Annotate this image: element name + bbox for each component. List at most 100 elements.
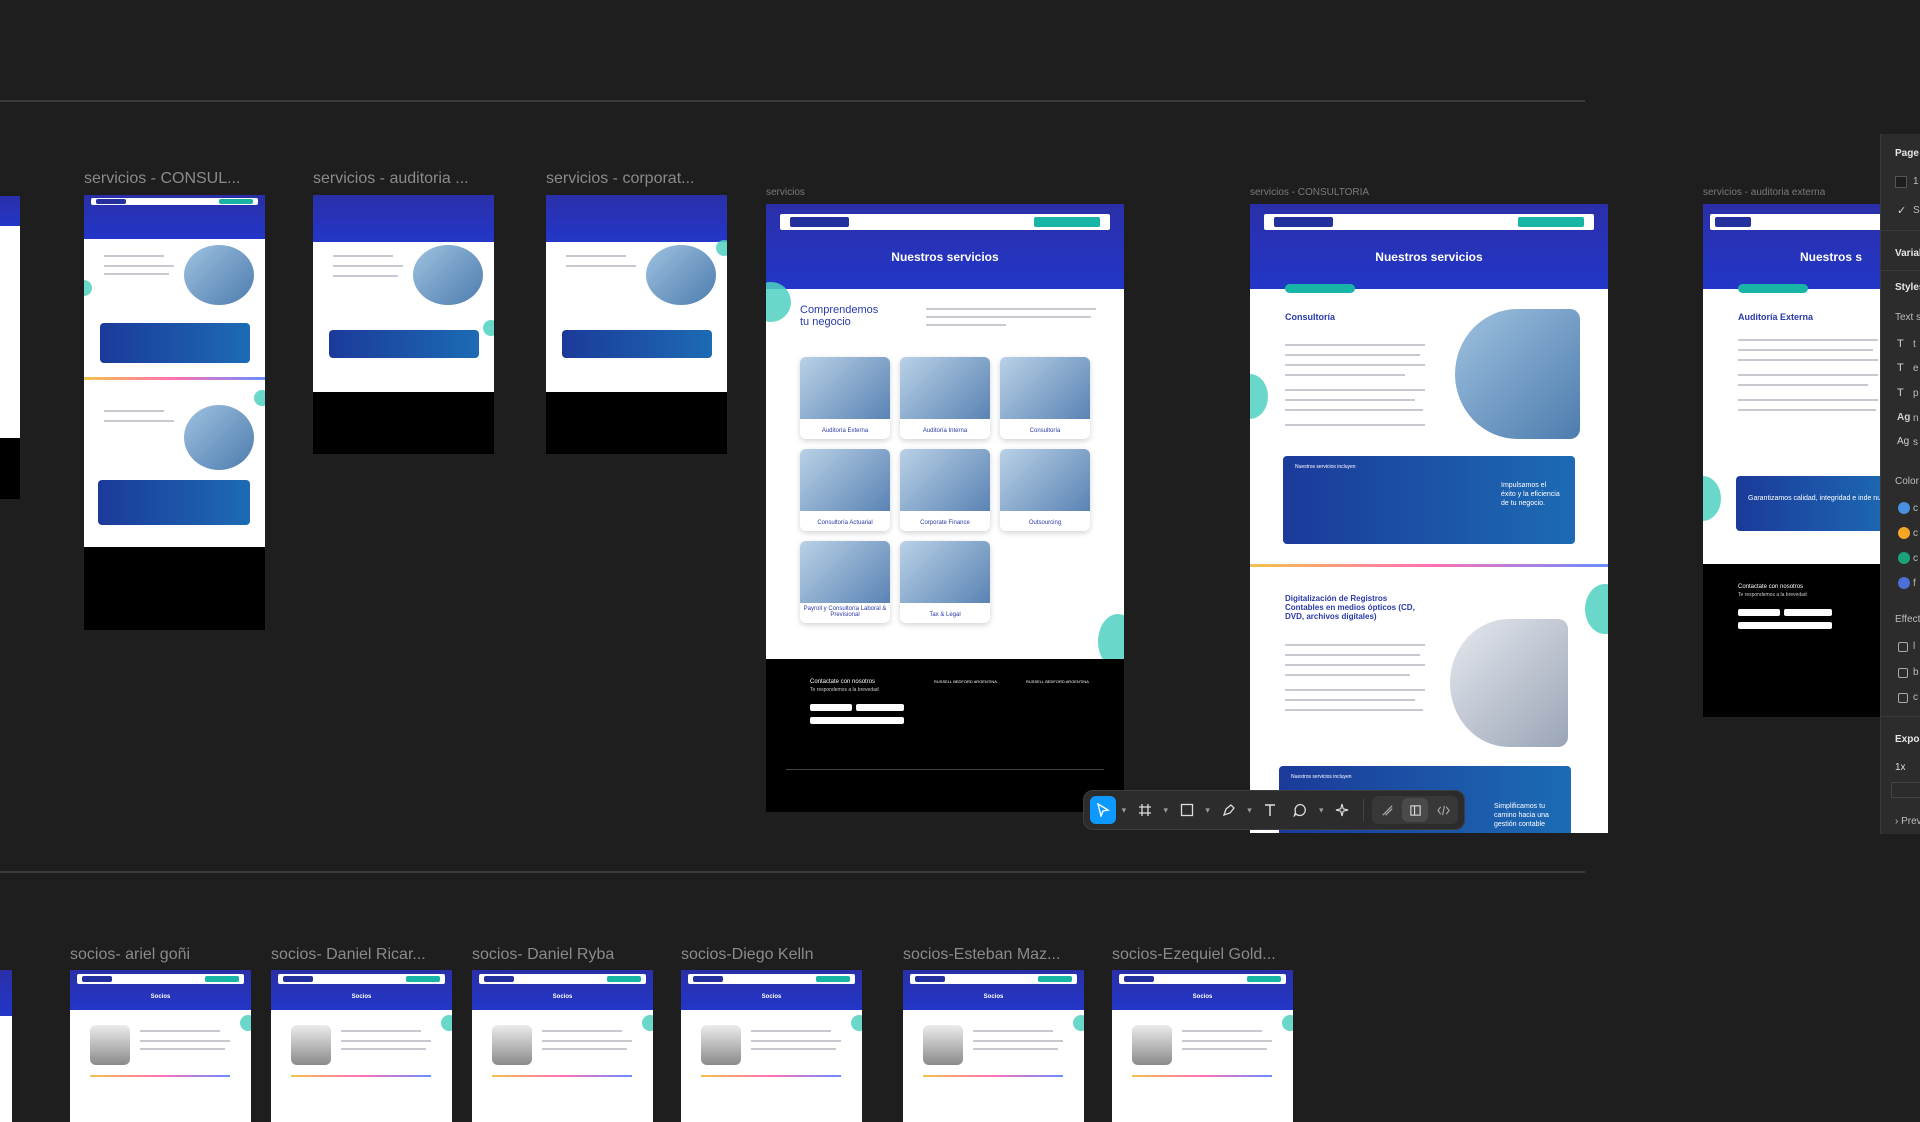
frame-title[interactable]: servicios - corporat... (546, 170, 728, 188)
footer-office: RUSSELL BEDFORD ARGENTINA (1026, 679, 1089, 684)
avatar (90, 1025, 130, 1065)
color-swatch[interactable] (1898, 527, 1910, 539)
frame-title[interactable]: servicios - CONSUL... (84, 170, 266, 188)
text-style-ag-icon[interactable]: Ag (1897, 436, 1909, 447)
frame-socio-thumb[interactable]: Socios (472, 970, 653, 1122)
section-divider-bottom (0, 871, 1585, 873)
avatar (492, 1025, 532, 1065)
frame-servicios-auditoria-thumb[interactable] (313, 195, 494, 454)
services-box: Nuestros servicios incluyen Impulsamos e… (1283, 456, 1575, 544)
frame-cutoff-left[interactable] (0, 196, 20, 499)
effect-checkbox[interactable] (1898, 642, 1908, 652)
rectangle-tool-icon[interactable] (1174, 796, 1200, 824)
service-card[interactable]: Consultoría (1000, 357, 1090, 439)
chevron-down-icon[interactable]: ▾ (1162, 805, 1170, 816)
frame-servicios-consultoria[interactable]: Nuestros servicios Consultoría Nuestros … (1250, 204, 1608, 833)
frame-title[interactable]: socios-Ezequiel Gold... (1112, 946, 1294, 964)
service-card[interactable]: Outsourcing (1000, 449, 1090, 531)
color-swatch[interactable] (1898, 502, 1910, 514)
consultoria-image (1455, 309, 1580, 439)
effects-label: Effect (1895, 614, 1920, 625)
quality-banner: Garantizamos calidad, integridad e inde … (1736, 476, 1880, 531)
checkmark-icon[interactable]: ✓ (1897, 204, 1906, 217)
show-label: S (1913, 205, 1920, 216)
frame-servicios-auditoria-externa[interactable]: Nuestros s Auditoría Externa Garantizamo… (1703, 204, 1880, 717)
export-field[interactable] (1891, 782, 1920, 798)
frame-title[interactable]: servicios - auditoria externa (1703, 187, 1825, 198)
hero-title: Nuestros s (1800, 250, 1863, 264)
draw-mode-icon[interactable] (1374, 798, 1400, 822)
frame-tool-icon[interactable] (1132, 796, 1158, 824)
text-style-icon[interactable]: T (1897, 338, 1904, 350)
chevron-down-icon[interactable]: ▾ (1317, 805, 1325, 816)
service-card[interactable]: Tax & Legal (900, 541, 990, 623)
page-value: 1 (1913, 176, 1919, 187)
effect-checkbox[interactable] (1898, 668, 1908, 678)
frame-servicios-consultoria-thumb[interactable] (84, 195, 265, 630)
frame-title[interactable]: socios- ariel goñi (70, 946, 252, 964)
frame-socio-thumb[interactable]: Socios (70, 970, 251, 1122)
avatar (701, 1025, 741, 1065)
frame-title[interactable]: socios- Daniel Ricar... (271, 946, 453, 964)
comment-tool-icon[interactable] (1287, 796, 1313, 824)
dev-mode-icon[interactable] (1430, 798, 1456, 822)
color-swatch[interactable] (1898, 552, 1910, 564)
colors-label: Color (1895, 476, 1919, 487)
frame-title[interactable]: servicios (766, 187, 805, 198)
text-style-ag-icon[interactable]: Ag (1897, 412, 1910, 423)
right-properties-panel: Page 1 ✓ S Variab Styles Text s T t T e … (1880, 134, 1920, 834)
avatar (923, 1025, 963, 1065)
service-card[interactable]: Payroll y Consultoría Laboral & Previsio… (800, 541, 890, 623)
variables-label[interactable]: Variab (1895, 248, 1920, 259)
section-heading: Digitalización de Registros Contables en… (1285, 594, 1415, 621)
export-label[interactable]: Expor (1895, 734, 1920, 745)
text-style-icon[interactable]: T (1897, 387, 1904, 399)
frame-title[interactable]: servicios - auditoria ... (313, 170, 495, 188)
avatar (291, 1025, 331, 1065)
avatar (1132, 1025, 1172, 1065)
footer-contact-title: Contactate con nosotros (810, 679, 876, 685)
text-styles-label: Text s (1895, 312, 1920, 323)
frame-title[interactable]: socios- Daniel Ryba (472, 946, 654, 964)
service-card[interactable]: Consultoría Actuarial (800, 449, 890, 531)
move-tool-icon[interactable] (1090, 796, 1116, 824)
hero-title: Nuestros servicios (1375, 250, 1483, 264)
footer-contact-sub: Te respondemos a la brevedad (1738, 592, 1807, 598)
preview-toggle[interactable]: › Prev (1895, 816, 1920, 827)
service-card[interactable]: Corporate Finance (900, 449, 990, 531)
page-color-swatch[interactable] (1895, 176, 1907, 188)
frame-socio-thumb[interactable]: Socios (1112, 970, 1293, 1122)
page-label: Page (1895, 148, 1919, 159)
digitalizacion-image (1450, 619, 1568, 747)
frame-socio-thumb[interactable]: Socios (271, 970, 452, 1122)
frame-title[interactable]: socios-Diego Kelln (681, 946, 863, 964)
hero-title: Nuestros servicios (891, 250, 999, 264)
frame-servicios[interactable]: Nuestros servicios Comprendemos tu negoc… (766, 204, 1124, 812)
frame-cutoff-left-bottom[interactable] (0, 970, 12, 1122)
effect-checkbox[interactable] (1898, 693, 1908, 703)
frame-title[interactable]: socios-Esteban Maz... (903, 946, 1085, 964)
design-canvas[interactable]: servicios - CONSUL... servicios - audito… (0, 0, 1920, 1122)
toolbar-divider (1363, 799, 1364, 821)
chevron-down-icon[interactable]: ▾ (1204, 805, 1212, 816)
frame-socio-thumb[interactable]: Socios (681, 970, 862, 1122)
section-heading: Auditoría Externa (1738, 312, 1814, 322)
service-card[interactable]: Auditoría Interna (900, 357, 990, 439)
color-swatch[interactable] (1898, 577, 1910, 589)
export-scale[interactable]: 1x (1895, 762, 1906, 773)
design-mode-icon[interactable] (1402, 798, 1428, 822)
chevron-down-icon[interactable]: ▾ (1120, 805, 1128, 816)
pen-tool-icon[interactable] (1216, 796, 1242, 824)
service-card[interactable]: Auditoría Externa (800, 357, 890, 439)
text-tool-icon[interactable] (1257, 796, 1283, 824)
footer-contact-title: Contactate con nosotros (1738, 584, 1804, 590)
frame-title[interactable]: servicios - CONSULTORIA (1250, 187, 1369, 198)
footer-contact-sub: Te respondemos a la brevedad (810, 687, 879, 693)
frame-socio-thumb[interactable]: Socios (903, 970, 1084, 1122)
mode-switcher (1372, 796, 1458, 824)
actions-sparkle-icon[interactable] (1329, 796, 1355, 824)
chevron-down-icon[interactable]: ▾ (1246, 805, 1254, 816)
text-style-icon[interactable]: T (1897, 362, 1904, 374)
styles-label: Styles (1895, 282, 1920, 293)
frame-servicios-corporate-thumb[interactable] (546, 195, 727, 454)
